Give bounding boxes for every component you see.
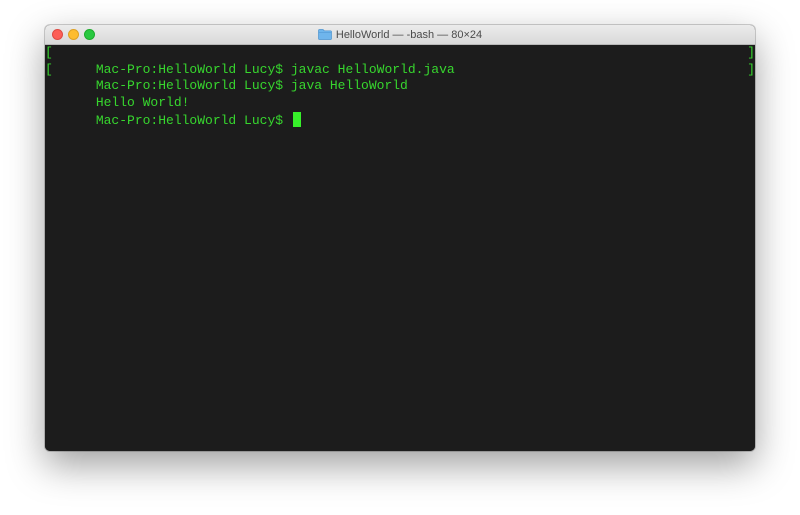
folder-icon (318, 29, 332, 40)
window-title: HelloWorld — -bash — 80×24 (335, 28, 483, 41)
window-title-area: HelloWorld — -bash — 80×24 (45, 25, 755, 44)
terminal-window: HelloWorld — -bash — 80×24 [Mac-Pro:Hell… (45, 25, 755, 451)
terminal-cursor (292, 111, 301, 127)
title-bar[interactable]: HelloWorld — -bash — 80×24 (45, 25, 755, 45)
command-mark-right: ] (747, 45, 755, 60)
terminal-line: [Mac-Pro:HelloWorld Lucy$ javac HelloWor… (45, 45, 755, 77)
terminal-line: Hello World! (45, 78, 755, 110)
command-mark-left: [ (45, 45, 53, 60)
terminal-prompt-line[interactable]: Mac-Pro:HelloWorld Lucy$ (45, 95, 755, 128)
terminal-line: [Mac-Pro:HelloWorld Lucy$ java HelloWorl… (45, 61, 755, 94)
command-mark-right: ] (747, 61, 755, 77)
terminal-output[interactable]: [Mac-Pro:HelloWorld Lucy$ javac HelloWor… (45, 45, 755, 451)
terminal-prompt: Mac-Pro:HelloWorld Lucy$ (95, 112, 291, 128)
command-mark-left: [ (45, 61, 53, 77)
